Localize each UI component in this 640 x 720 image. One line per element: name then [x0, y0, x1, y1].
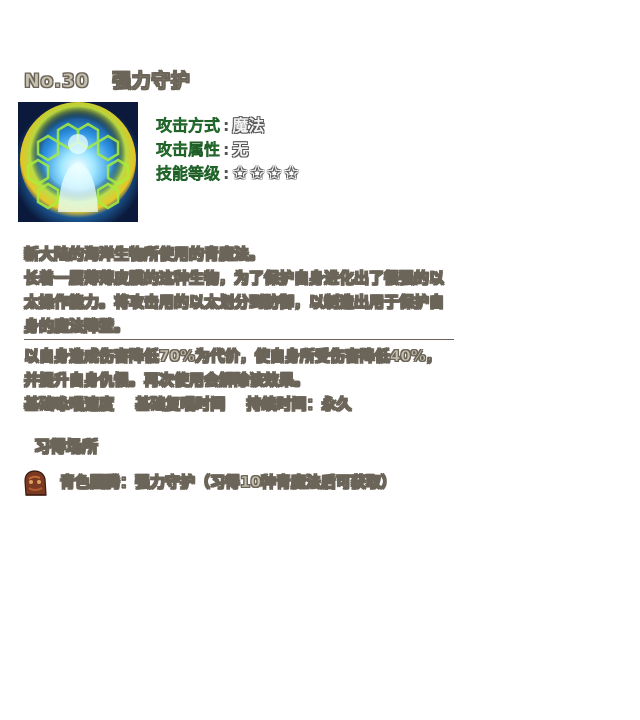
skill-timing: 基础咏唱速度 基础复唱时间 持续时间：永久 — [24, 392, 368, 416]
star-icon: ✩ — [283, 163, 299, 184]
attack-type-value: 魔法 — [232, 116, 265, 135]
skill-number: No.30 — [24, 70, 90, 93]
attack-attr-label: 攻击属性 — [156, 140, 221, 159]
skill-level-row: 技能等级 : ✩ ✩ ✩ ✩ — [156, 162, 299, 186]
description-line: 新大陆的海洋生物所使用的青魔法。 — [24, 245, 265, 264]
skill-description: 新大陆的海洋生物所使用的青魔法。 长着一层薄薄皮膜的这种生物，为了保护自身进化出… — [24, 242, 454, 338]
attack-type-label: 攻击方式 — [156, 116, 221, 135]
shield-aura-icon — [18, 102, 138, 222]
skill-level-label: 技能等级 — [156, 164, 221, 183]
learn-location-item: 青色图腾：强力守护（习得10种青魔法后可获取） — [20, 466, 396, 498]
effect-text: 以自身造成伤害降低70%为代价，使自身所受伤害降低40%，并提升自身仇恨。再次使… — [24, 347, 441, 390]
cast-time: 基础咏唱速度 — [24, 395, 115, 414]
divider — [24, 339, 454, 340]
learn-location-text: 青色图腾：强力守护（习得10种青魔法后可获取） — [60, 473, 396, 492]
star-icon: ✩ — [249, 163, 265, 184]
attack-attr-value: 无 — [232, 140, 249, 159]
totem-icon — [20, 467, 50, 497]
separator: : — [223, 164, 230, 183]
attack-attr-row: 攻击属性 : 无 — [156, 138, 299, 162]
recast-time: 基础复唱时间 — [135, 395, 226, 414]
star-icon: ✩ — [232, 163, 248, 184]
star-rating: ✩ ✩ ✩ ✩ — [232, 165, 298, 183]
skill-name: 强力守护 — [112, 70, 191, 93]
description-line: 长着一层薄薄皮膜的这种生物，为了保护自身进化出了很强的以太操作能力。将攻击用的以… — [24, 269, 445, 336]
star-icon: ✩ — [266, 163, 282, 184]
skill-title: No.30 强力守护 — [24, 66, 190, 93]
attack-type-row: 攻击方式 : 魔法 — [156, 114, 299, 138]
separator: : — [223, 140, 230, 159]
separator: : — [223, 116, 230, 135]
skill-meta: 攻击方式 : 魔法 攻击属性 : 无 技能等级 : ✩ ✩ ✩ ✩ — [156, 114, 299, 186]
duration: 持续时间：永久 — [246, 395, 352, 414]
learn-location-header: 习得场所 — [34, 437, 99, 457]
skill-effect: 以自身造成伤害降低70%为代价，使自身所受伤害降低40%，并提升自身仇恨。再次使… — [24, 344, 454, 392]
